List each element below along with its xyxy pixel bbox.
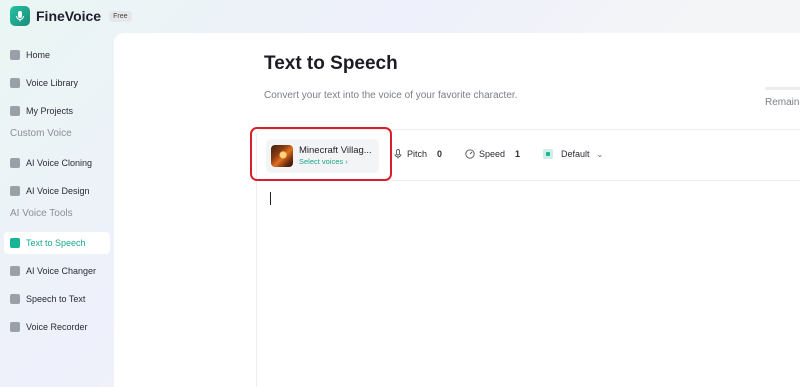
sidebar: Home Voice Library My Projects Custom Vo… xyxy=(0,44,114,344)
select-voices-link[interactable]: Select voices › xyxy=(299,157,372,166)
sidebar-item-label: Text to Speech xyxy=(26,238,86,248)
section-ai-voice-tools: AI Voice Tools xyxy=(10,208,73,219)
main-panel: Text to Speech Convert your text into th… xyxy=(114,33,800,387)
speed-value: 1 xyxy=(515,149,521,159)
record-icon xyxy=(10,322,20,332)
plan-badge: Free xyxy=(109,10,132,22)
remaining-progress-bar xyxy=(765,87,800,90)
pitch-value: 0 xyxy=(437,149,443,159)
sidebar-item-voice-recorder[interactable]: Voice Recorder xyxy=(4,316,110,338)
sidebar-item-label: Home xyxy=(26,50,51,60)
sidebar-item-ai-voice-changer[interactable]: AI Voice Changer xyxy=(4,260,110,282)
page-subtitle: Convert your text into the voice of your… xyxy=(264,90,518,101)
voice-name: Minecraft Villag... xyxy=(299,145,372,156)
sidebar-item-label: Speech to Text xyxy=(26,294,86,304)
speed-label: Speed xyxy=(479,149,506,159)
sidebar-item-home[interactable]: Home xyxy=(4,44,110,66)
tts-icon xyxy=(10,238,20,248)
sidebar-item-text-to-speech[interactable]: Text to Speech xyxy=(4,232,110,254)
sidebar-item-label: Voice Library xyxy=(26,78,79,88)
folder-icon xyxy=(10,106,20,116)
chevron-down-icon: ⌄ xyxy=(596,149,604,159)
remaining-label: Remain xyxy=(765,97,800,108)
pitch-label: Pitch xyxy=(407,149,428,159)
sidebar-item-label: My Projects xyxy=(26,106,74,116)
speedometer-icon xyxy=(465,149,475,159)
mic-icon xyxy=(10,266,20,276)
brand[interactable]: FineVoice Free xyxy=(10,6,132,26)
sidebar-item-my-projects[interactable]: My Projects xyxy=(4,100,110,122)
sidebar-item-voice-library[interactable]: Voice Library xyxy=(4,72,110,94)
app-window: FineVoice Free Home Voice Library My Pro… xyxy=(0,0,800,387)
sidebar-item-ai-voice-cloning[interactable]: AI Voice Cloning xyxy=(4,152,110,174)
text-cursor[interactable] xyxy=(270,192,271,205)
emotion-icon xyxy=(543,149,553,159)
tts-editor: Minecraft Villag... Select voices › Pitc… xyxy=(250,127,800,387)
brand-name: FineVoice xyxy=(36,8,102,24)
voice-selector[interactable]: Minecraft Villag... Select voices › xyxy=(266,139,379,173)
sidebar-item-label: Voice Recorder xyxy=(26,322,88,332)
sidebar-item-ai-voice-design[interactable]: AI Voice Design xyxy=(4,180,110,202)
emotion-value: Default xyxy=(561,149,590,159)
sidebar-item-label: AI Voice Cloning xyxy=(26,158,93,168)
voice-avatar xyxy=(271,145,293,167)
stt-icon xyxy=(10,294,20,304)
sidebar-item-label: AI Voice Changer xyxy=(26,266,97,276)
emotion-dropdown[interactable]: Default ⌄ xyxy=(543,149,603,159)
home-icon xyxy=(10,50,20,60)
logo-icon xyxy=(10,6,30,26)
mic-icon xyxy=(394,149,402,159)
design-icon xyxy=(10,186,20,196)
editor-toolbar: Minecraft Villag... Select voices › Pitc… xyxy=(250,127,800,181)
library-icon xyxy=(10,78,20,88)
sidebar-item-label: AI Voice Design xyxy=(26,186,90,196)
page-title: Text to Speech xyxy=(264,53,398,74)
speed-control[interactable]: Speed 1 xyxy=(465,149,520,159)
clone-icon xyxy=(10,158,20,168)
section-custom-voice: Custom Voice xyxy=(10,128,72,139)
pitch-control[interactable]: Pitch 0 xyxy=(393,149,442,159)
sidebar-item-speech-to-text[interactable]: Speech to Text xyxy=(4,288,110,310)
